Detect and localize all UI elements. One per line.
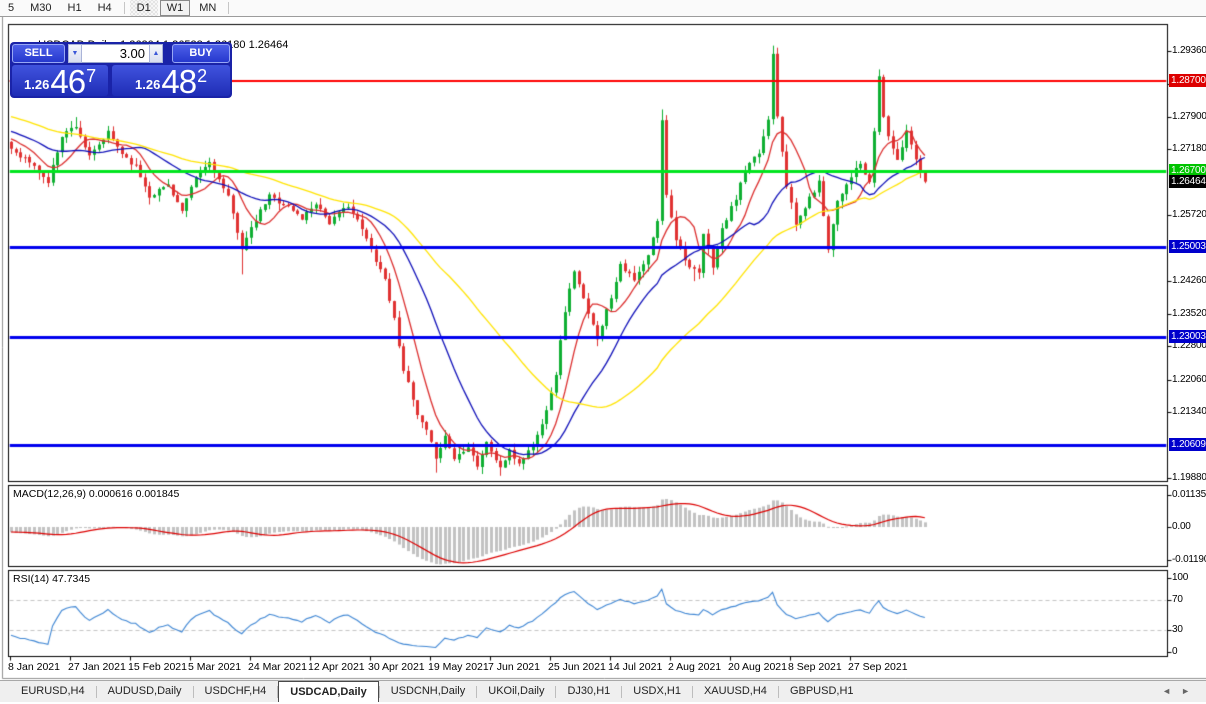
chart-tab-eurusd[interactable]: EURUSD,H4 <box>10 681 96 702</box>
price-badge: 1.25003 <box>1169 240 1206 254</box>
timeframe-button-h1[interactable]: H1 <box>61 0 89 16</box>
chart-tab-usdx[interactable]: USDX,H1 <box>622 681 692 702</box>
price-badge: 1.20609 <box>1169 437 1206 451</box>
axis-tick-label: 1.27900 <box>1172 111 1206 123</box>
sell-price-big: 46 <box>50 63 86 100</box>
chart-tab-ukoil[interactable]: UKOil,Daily <box>477 681 555 702</box>
date-axis-label: 7 Jun 2021 <box>488 661 540 673</box>
price-badge: 1.26464 <box>1169 174 1206 188</box>
sell-price-prefix: 1.26 <box>24 77 50 92</box>
chart-tab-usdchf[interactable]: USDCHF,H4 <box>194 681 278 702</box>
axis-tick-label: 1.23520 <box>1172 307 1206 319</box>
axis-tick-label: 30 <box>1172 623 1183 635</box>
toolbar-separator <box>228 2 230 14</box>
date-axis-label: 2 Aug 2021 <box>668 661 722 673</box>
axis-tick-label: -0.01190 <box>1172 554 1206 566</box>
date-axis-label: 19 May 2021 <box>428 661 489 673</box>
date-axis-label: 8 Jan 2021 <box>8 661 60 673</box>
macd-label: MACD(12,26,9) 0.000616 0.001845 <box>13 488 180 500</box>
timeframe-button-d1[interactable]: D1 <box>130 0 158 16</box>
date-axis-label: 24 Mar 2021 <box>248 661 307 673</box>
price-badge: 1.23003 <box>1169 330 1206 344</box>
date-axis-label: 14 Jul 2021 <box>608 661 663 673</box>
buy-price-display[interactable]: 1.26 48 2 <box>112 63 230 100</box>
chart-tab-bar: EURUSD,H4 AUDUSD,Daily USDCHF,H4 USDCAD,Dai… <box>0 680 1206 702</box>
volume-increase-icon[interactable]: ▲ <box>149 44 163 63</box>
date-axis-label: 12 Apr 2021 <box>308 661 365 673</box>
buy-button[interactable]: BUY <box>172 44 230 63</box>
axis-tick-label: 1.29360 <box>1172 45 1206 57</box>
timeframe-button-mn[interactable]: MN <box>192 0 223 16</box>
axis-tick-label: 100 <box>1172 572 1189 583</box>
mt4-workspace: 5M30H1H4D1W1MN ▲USDCAD,Daily1.26204 1.26… <box>0 0 1206 704</box>
chart-canvas[interactable] <box>0 0 1206 704</box>
date-axis-label: 8 Sep 2021 <box>788 661 842 673</box>
date-axis-label: 27 Sep 2021 <box>848 661 908 673</box>
axis-tick-label: 0 <box>1172 646 1178 657</box>
volume-decrease-icon[interactable]: ▼ <box>68 44 82 63</box>
axis-tick-label: 0.01135 <box>1172 489 1206 501</box>
timeframe-button-m30[interactable]: M30 <box>23 0 58 16</box>
axis-tick-label: 1.19880 <box>1172 471 1206 483</box>
timeframe-button-5[interactable]: 5 <box>1 0 21 16</box>
timeframe-button-w1[interactable]: W1 <box>159 0 191 16</box>
volume-stepper: ▼ ▲ <box>68 44 163 63</box>
date-axis-label: 15 Feb 2021 <box>128 661 187 673</box>
buy-price-prefix: 1.26 <box>135 77 161 92</box>
volume-input[interactable] <box>82 44 149 63</box>
date-axis-label: 5 Mar 2021 <box>188 661 242 673</box>
chart-tab-audusd[interactable]: AUDUSD,Daily <box>97 681 193 702</box>
axis-tick-label: 70 <box>1172 594 1183 606</box>
tab-scroll-arrows: ◄► <box>1162 686 1200 696</box>
chart-tab-gbpusd[interactable]: GBPUSD,H1 <box>779 681 865 702</box>
buy-price-sup: 2 <box>197 66 208 86</box>
timeframe-button-h4[interactable]: H4 <box>91 0 119 16</box>
tab-scroll-left-icon[interactable]: ◄ <box>1162 686 1181 696</box>
chart-tab-usdcnh[interactable]: USDCNH,Daily <box>380 681 477 702</box>
axis-tick-label: 1.27180 <box>1172 143 1206 155</box>
chart-tab-xauusd[interactable]: XAUUSD,H4 <box>693 681 778 702</box>
tab-scroll-right-icon[interactable]: ► <box>1181 686 1200 696</box>
toolbar-separator <box>123 2 125 14</box>
chart-tab-dj30[interactable]: DJ30,H1 <box>556 681 621 702</box>
axis-tick-label: 1.25720 <box>1172 209 1206 221</box>
chart-tab-usdcad[interactable]: USDCAD,Daily <box>278 681 379 702</box>
axis-tick-label: 1.21340 <box>1172 405 1206 417</box>
one-click-trade-panel: SELL ▼ ▲ BUY 1.26467 1.26482 <box>10 42 232 98</box>
timeframe-toolbar: 5 M30 H1 H4 D1 W1 MN <box>0 0 1206 17</box>
buy-price-big: 48 <box>161 63 197 100</box>
price-badge: 1.28700 <box>1169 74 1206 88</box>
date-axis-label: 30 Apr 2021 <box>368 661 425 673</box>
date-axis-label: 20 Aug 2021 <box>728 661 787 673</box>
date-axis-label: 27 Jan 2021 <box>68 661 126 673</box>
sell-price-display[interactable]: 1.26 46 7 <box>12 63 109 100</box>
date-axis-label: 25 Jun 2021 <box>548 661 606 673</box>
axis-tick-label: 1.24260 <box>1172 274 1206 286</box>
axis-tick-label: 1.22060 <box>1172 373 1206 385</box>
axis-tick-label: 0.00 <box>1172 521 1191 532</box>
sell-button[interactable]: SELL <box>12 44 65 63</box>
rsi-label: RSI(14) 47.7345 <box>13 573 91 585</box>
sell-price-sup: 7 <box>86 66 97 86</box>
